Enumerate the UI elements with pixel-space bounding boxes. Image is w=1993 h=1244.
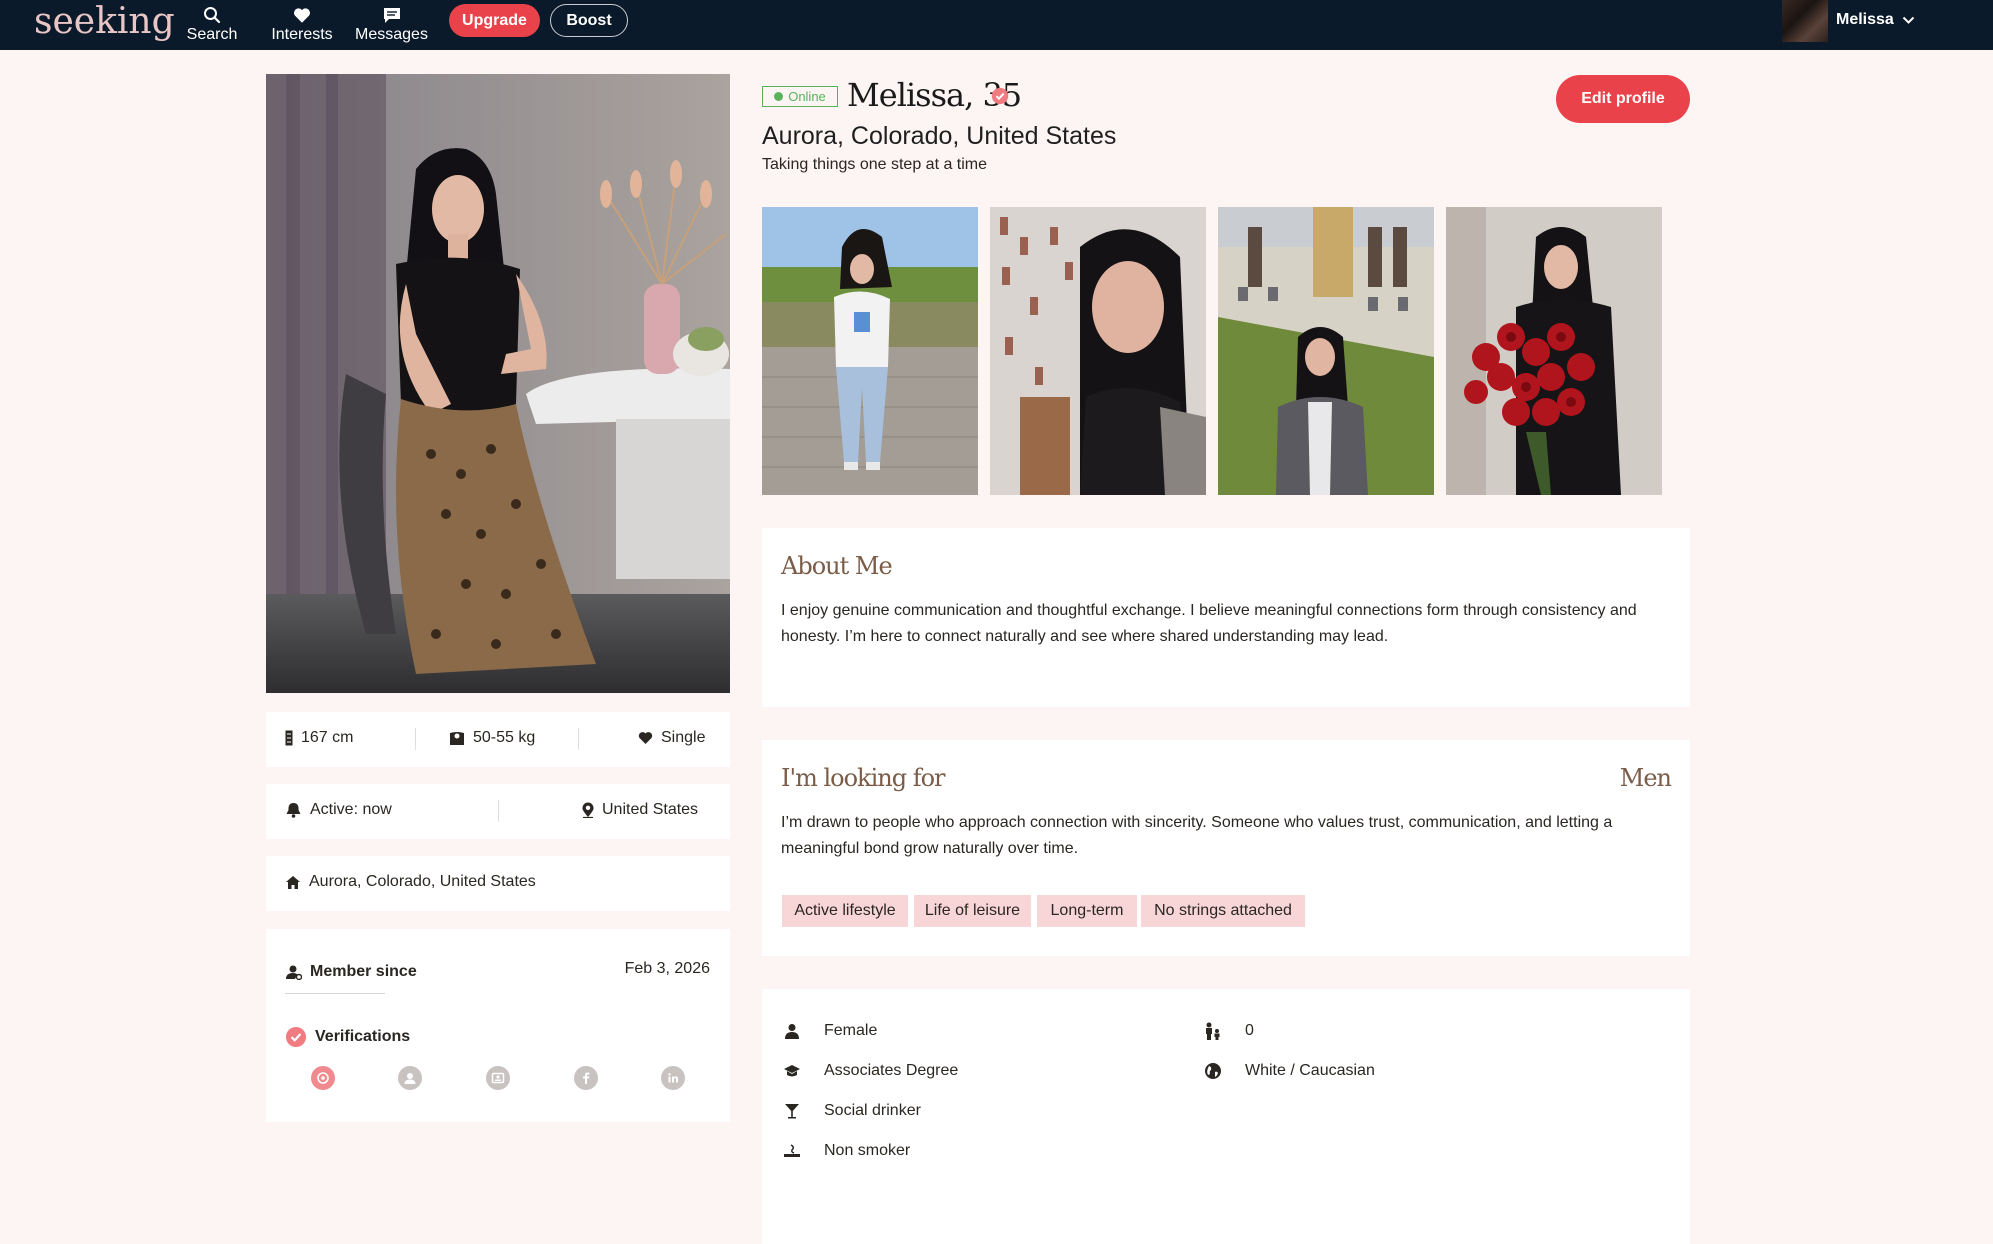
gallery-photo-3[interactable]	[1218, 207, 1434, 495]
relationship-stat: Single	[638, 729, 705, 747]
tag-no-strings-attached[interactable]: No strings attached	[1141, 895, 1305, 927]
smoking-detail: Non smoker	[781, 1142, 910, 1160]
scale-icon	[450, 731, 464, 745]
drinking-value: Social drinker	[824, 1102, 921, 1119]
children-value: 0	[1245, 1022, 1254, 1039]
profile-tagline: Taking things one step at a time	[762, 156, 988, 173]
height-value: 167 cm	[301, 729, 354, 746]
divider	[498, 800, 499, 822]
top-nav-bar: seeking Search Interests Messages Upgrad…	[0, 0, 1993, 50]
height-stat: 167 cm	[285, 729, 353, 747]
country-stat: United States	[582, 801, 698, 819]
tag-long-term[interactable]: Long-term	[1037, 895, 1137, 927]
education-value: Associates Degree	[824, 1062, 959, 1079]
children-detail: 0	[1202, 1022, 1254, 1040]
message-icon	[383, 7, 400, 23]
home-icon	[286, 875, 300, 889]
verified-badge-icon	[991, 87, 1009, 105]
gallery-photo-2[interactable]	[990, 207, 1206, 495]
member-since-date: Feb 3, 2026	[625, 960, 710, 978]
member-since: Member since	[285, 963, 417, 981]
verified-check-icon	[286, 1027, 306, 1047]
person-icon	[785, 1024, 799, 1039]
verifications-heading: Verifications	[285, 1026, 410, 1048]
body-stats-card: 167 cm 50-55 kg Single	[266, 712, 730, 767]
user-menu[interactable]: Melissa	[1782, 0, 1915, 42]
tag-active-lifestyle[interactable]: Active lifestyle	[782, 895, 908, 927]
boost-button[interactable]: Boost	[550, 4, 628, 37]
online-dot	[774, 92, 784, 101]
ethnicity-value: White / Caucasian	[1245, 1062, 1375, 1079]
nav-search[interactable]: Search	[184, 0, 240, 50]
divider	[578, 728, 579, 750]
divider	[285, 993, 385, 994]
gender-value: Female	[824, 1022, 878, 1039]
nav-interests-label: Interests	[271, 25, 333, 43]
nav-search-label: Search	[186, 26, 238, 43]
looking-for-title: I'm looking for	[781, 764, 946, 792]
profile-location: Aurora, Colorado, United States	[762, 122, 1117, 150]
location-pin-icon	[582, 802, 594, 818]
heart-icon	[638, 732, 653, 744]
education-detail: Associates Degree	[781, 1062, 958, 1080]
about-me-text: I enjoy genuine communication and though…	[781, 602, 1637, 645]
active-status: Active: now	[285, 801, 392, 819]
graduation-cap-icon	[784, 1064, 800, 1076]
online-status-badge: Online	[762, 86, 838, 107]
country-value: United States	[602, 801, 699, 818]
linkedin-icon[interactable]	[661, 1066, 685, 1090]
globe-icon	[1205, 1063, 1221, 1079]
gallery-photo-1[interactable]	[762, 207, 978, 495]
activity-card: Active: now United States	[266, 784, 730, 839]
bell-icon	[286, 803, 301, 818]
nav-interests[interactable]: Interests	[268, 0, 336, 50]
membership-card: Member since Feb 3, 2026 Verifications	[266, 929, 730, 1122]
member-since-value: Feb 3, 2026	[624, 960, 710, 977]
looking-for-target: Men	[1619, 764, 1672, 792]
gallery-photo-4[interactable]	[1446, 207, 1662, 495]
home-value: Aurora, Colorado, United States	[309, 873, 536, 890]
home-location: Aurora, Colorado, United States	[285, 873, 536, 891]
upgrade-button[interactable]: Upgrade	[449, 4, 540, 37]
ruler-icon	[285, 730, 293, 746]
divider	[415, 728, 416, 750]
cocktail-glass-icon	[785, 1104, 799, 1119]
member-since-label: Member since	[310, 963, 417, 980]
family-icon	[1206, 1022, 1220, 1040]
active-value: Active: now	[310, 801, 392, 818]
about-me-section: About Me I enjoy genuine communication a…	[762, 528, 1690, 707]
nav-messages[interactable]: Messages	[353, 0, 430, 50]
profile-photo-illustration	[266, 74, 730, 693]
gender-detail: Female	[781, 1022, 877, 1040]
photo-verification-icon[interactable]	[311, 1066, 335, 1090]
weight-value: 50-55 kg	[473, 729, 536, 746]
verifications-label: Verifications	[315, 1028, 411, 1045]
drinking-detail: Social drinker	[781, 1102, 921, 1120]
id-verification-icon[interactable]	[486, 1066, 510, 1090]
home-location-card: Aurora, Colorado, United States	[266, 856, 730, 911]
ethnicity-detail: White / Caucasian	[1202, 1062, 1375, 1080]
about-me-title: About Me	[781, 552, 893, 580]
nav-messages-label: Messages	[355, 25, 428, 43]
facebook-icon[interactable]	[574, 1066, 598, 1090]
relationship-value: Single	[661, 729, 706, 746]
members-icon	[286, 965, 302, 980]
edit-profile-button[interactable]: Edit profile	[1556, 75, 1690, 123]
profile-verification-icon[interactable]	[398, 1066, 422, 1090]
smoking-icon	[784, 1144, 800, 1157]
online-label: Online	[788, 89, 826, 104]
tag-life-of-leisure[interactable]: Life of leisure	[914, 895, 1031, 927]
seeking-logo[interactable]: seeking	[34, 2, 175, 42]
weight-stat: 50-55 kg	[449, 729, 535, 747]
details-section: Female Associates Degree Social drinker …	[762, 989, 1690, 1244]
avatar	[1782, 0, 1828, 42]
chevron-down-icon	[1902, 16, 1915, 24]
looking-for-text: I’m drawn to people who approach connect…	[781, 814, 1613, 857]
search-icon	[204, 7, 221, 24]
smoking-value: Non smoker	[824, 1142, 911, 1159]
user-name: Melissa	[1836, 11, 1894, 28]
main-profile-photo[interactable]	[266, 74, 730, 693]
heart-icon	[294, 7, 310, 23]
